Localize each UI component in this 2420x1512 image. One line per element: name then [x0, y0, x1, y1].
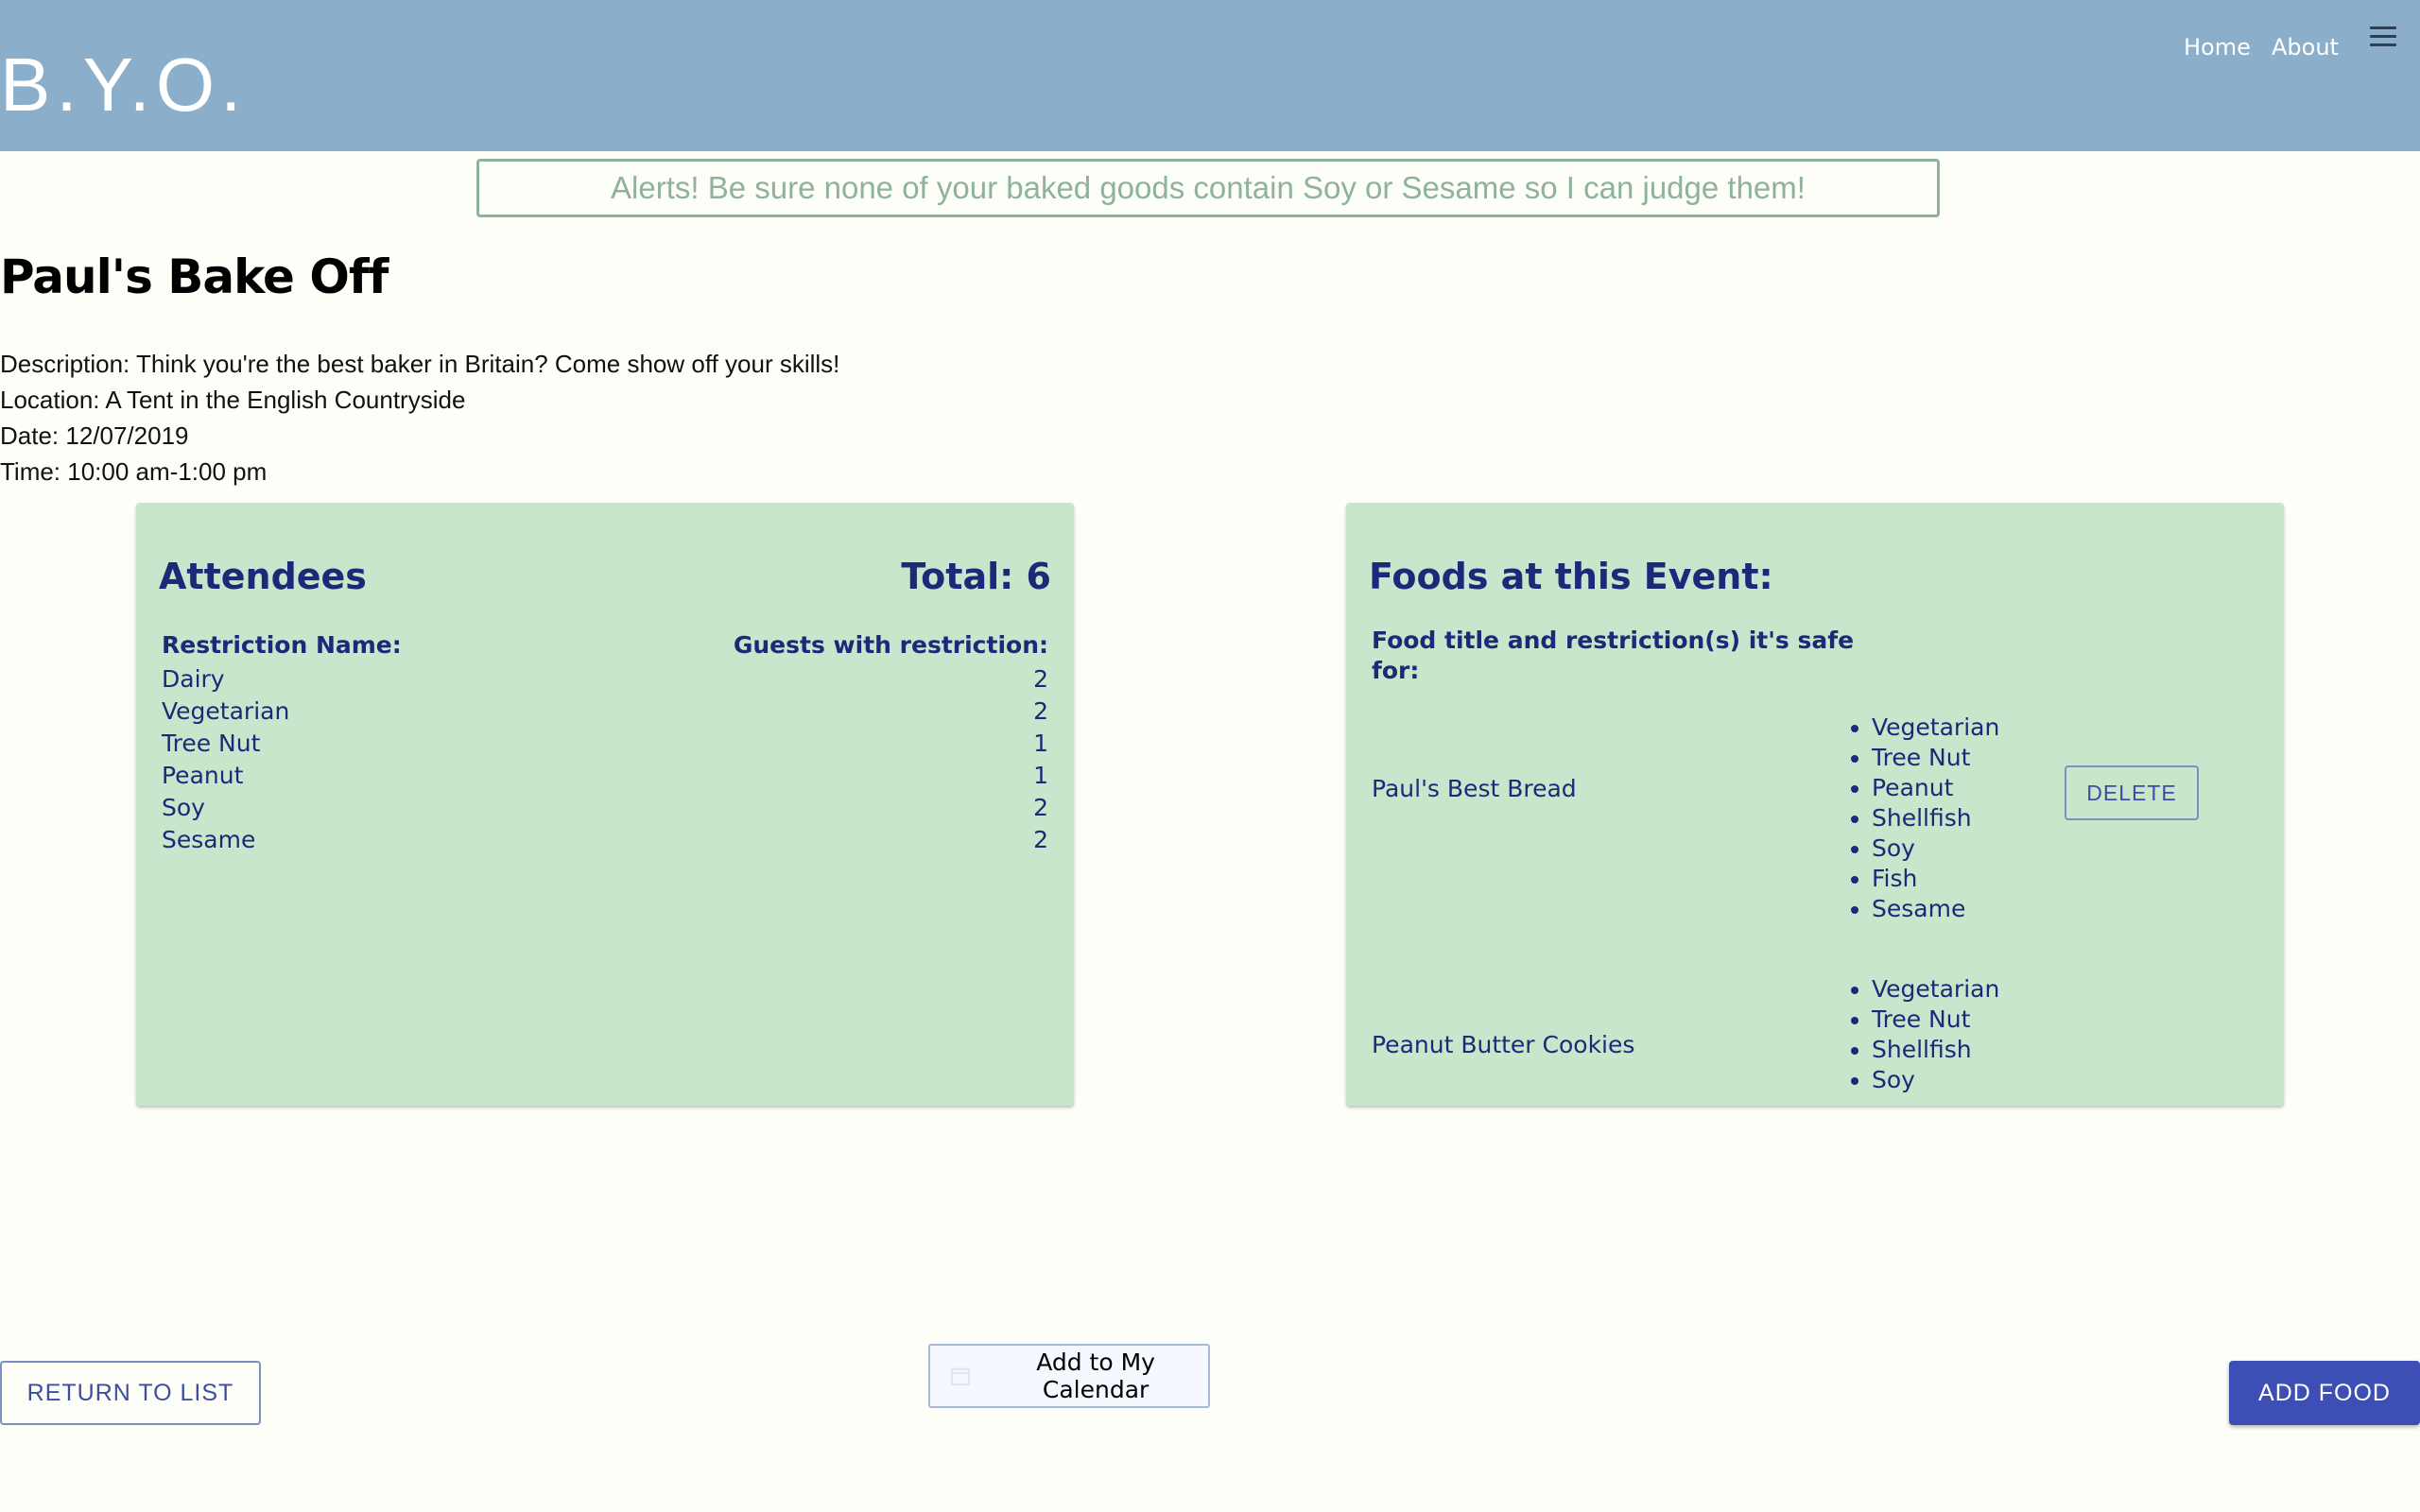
restriction-name: Peanut	[162, 762, 244, 789]
foods-card[interactable]: Foods at this Event: Food title and rest…	[1346, 503, 2284, 1106]
food-restriction: Soy	[1872, 1065, 1999, 1095]
guests-header: Guests with restriction:	[733, 631, 1048, 659]
restriction-row: Soy 2	[162, 792, 1048, 824]
restriction-count: 2	[1033, 794, 1048, 821]
restriction-name: Tree Nut	[162, 730, 261, 757]
attendees-title: Attendees	[159, 556, 367, 597]
food-restriction: Peanut	[1872, 773, 1999, 803]
restriction-row: Peanut 1	[162, 760, 1048, 792]
food-restriction: Sesame	[1872, 894, 1999, 924]
calendar-icon	[951, 1367, 971, 1386]
foods-title: Foods at this Event:	[1369, 556, 1773, 597]
restriction-list: Dairy 2 Vegetarian 2 Tree Nut 1 Peanut 1 Soy…	[162, 663, 1048, 856]
restriction-row: Vegetarian 2	[162, 696, 1048, 728]
restriction-count: 2	[1033, 665, 1048, 693]
page-title: Paul's Bake Off	[0, 249, 389, 304]
nav-home-link[interactable]: Home	[2184, 34, 2251, 60]
food-restriction: Shellfish	[1872, 1035, 1999, 1065]
restriction-name: Dairy	[162, 665, 225, 693]
restriction-count: 1	[1033, 730, 1048, 757]
restriction-count: 2	[1033, 826, 1048, 853]
food-restriction: Vegetarian	[1872, 713, 1999, 743]
food-restriction: Fish	[1872, 864, 1999, 894]
add-to-calendar-button[interactable]: Add to My Calendar	[928, 1344, 1210, 1408]
attendees-total: Total: 6	[901, 556, 1051, 597]
food-restriction: Soy	[1872, 833, 1999, 864]
return-to-list-button[interactable]: RETURN TO LIST	[0, 1361, 261, 1425]
food-restriction: Tree Nut	[1872, 743, 1999, 773]
food-restriction-list: Vegetarian Tree Nut Peanut Shellfish Soy…	[1840, 713, 1999, 924]
add-food-button[interactable]: ADD FOOD	[2229, 1361, 2420, 1425]
food-name: Peanut Butter Cookies	[1372, 1031, 1635, 1058]
food-name: Paul's Best Bread	[1372, 775, 1577, 802]
event-time: Time: 10:00 am-1:00 pm	[0, 457, 268, 486]
restriction-row: Sesame 2	[162, 824, 1048, 856]
restriction-name: Vegetarian	[162, 697, 290, 725]
food-restriction-list: Vegetarian Tree Nut Shellfish Soy	[1840, 974, 1999, 1095]
foods-column-header: Food title and restriction(s) it's safe …	[1372, 627, 1855, 684]
food-restriction: Vegetarian	[1872, 974, 1999, 1005]
event-date: Date: 12/07/2019	[0, 421, 189, 450]
restriction-row: Dairy 2	[162, 663, 1048, 696]
restriction-count: 1	[1033, 762, 1048, 789]
restriction-row: Tree Nut 1	[162, 728, 1048, 760]
add-to-calendar-label: Add to My Calendar	[1036, 1349, 1155, 1403]
hamburger-menu-icon[interactable]	[2370, 26, 2396, 49]
alert-banner: Alerts! Be sure none of your baked goods…	[476, 159, 1940, 217]
event-description: Description: Think you're the best baker…	[0, 350, 840, 378]
food-restriction: Tree Nut	[1872, 1005, 1999, 1035]
event-details: Description: Think you're the best baker…	[0, 346, 839, 490]
food-restriction: Shellfish	[1872, 803, 1999, 833]
restriction-name: Soy	[162, 794, 205, 821]
app-header: B.Y.O. Home About	[0, 0, 2420, 151]
event-location: Location: A Tent in the English Countrys…	[0, 386, 466, 414]
attendees-card: Attendees Total: 6 Restriction Name: Gue…	[136, 503, 1074, 1106]
nav-about-link[interactable]: About	[2272, 34, 2339, 60]
delete-food-button[interactable]: DELETE	[2065, 765, 2199, 820]
restriction-name: Sesame	[162, 826, 256, 853]
restriction-count: 2	[1033, 697, 1048, 725]
app-logo[interactable]: B.Y.O.	[0, 42, 247, 129]
restriction-name-header: Restriction Name:	[162, 631, 402, 659]
